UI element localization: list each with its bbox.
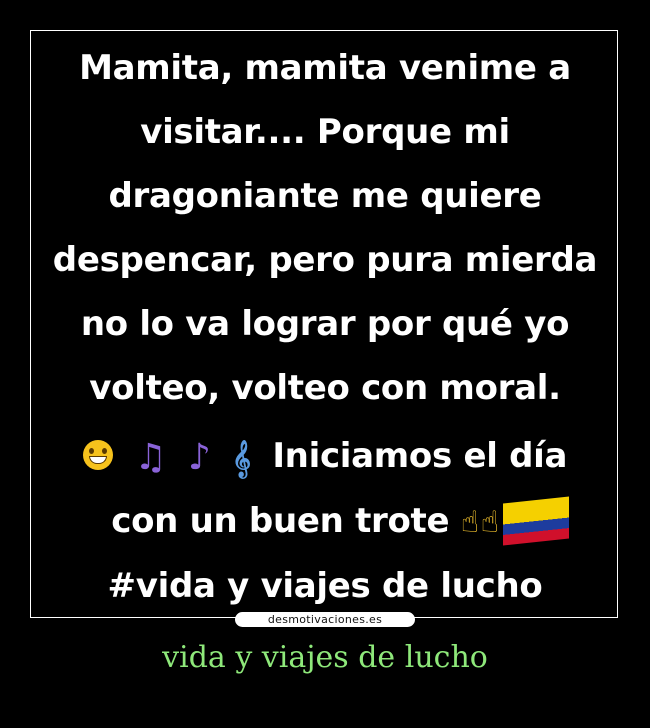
musical-score-icon: 𝄞 (232, 438, 251, 477)
poster-line-2: visitar.... Porque mi (140, 112, 510, 152)
musical-notes-icon: ♫ (134, 436, 167, 478)
colombia-flag-icon (502, 496, 569, 545)
poster-line-9: #vida y viajes de lucho (107, 566, 543, 606)
poster-frame: Mamita, mamita venime a visitar.... Porq… (30, 30, 618, 618)
poster-line-5: no lo va lograr por qué yo (80, 304, 570, 344)
poster-line-8-text: con un buen trote (111, 501, 450, 541)
poster-line-1: Mamita, mamita venime a (79, 48, 571, 88)
poster-line-8: con un buen trote ☝☝ (31, 496, 619, 545)
poster-line-4: despencar, pero pura mierda (52, 240, 598, 280)
grinning-face-icon (82, 439, 113, 470)
poster-line-7-text: Iniciamos el día (272, 436, 568, 476)
pointing-up-icon: ☝ (460, 505, 479, 540)
poster-line-7: ♫ ♪ 𝄞 Iniciamos el día (31, 436, 619, 478)
watermark-badge: desmotivaciones.es (235, 612, 415, 627)
poster-line-6: volteo, volteo con moral. (89, 368, 561, 408)
musical-note-icon: ♪ (187, 436, 211, 478)
pointing-up-icon: ☝ (480, 505, 499, 540)
caption: vida y viajes de lucho (162, 640, 488, 675)
poster-line-3: dragoniante me quiere (108, 176, 542, 216)
